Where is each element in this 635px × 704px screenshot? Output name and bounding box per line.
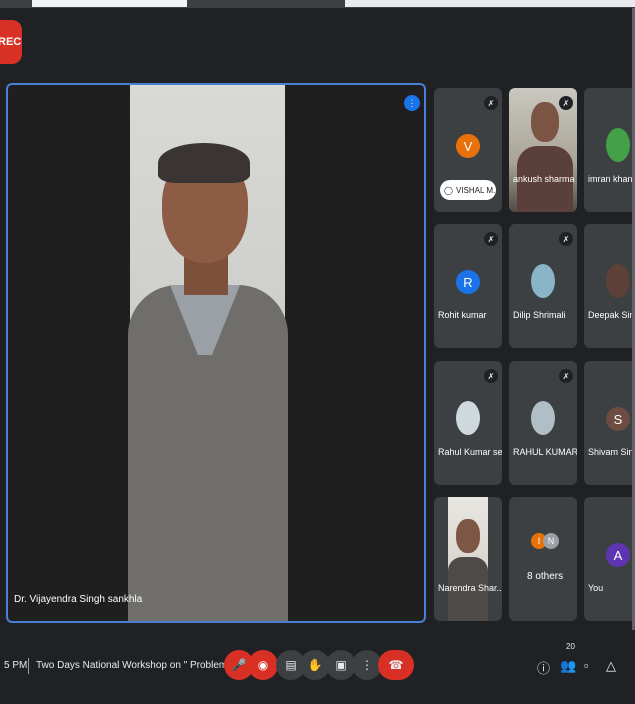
mic-off-icon: ✗: [559, 96, 573, 110]
mic-off-icon: 🎤: [231, 658, 247, 672]
participant-tile-imran[interactable]: imran khan: [584, 88, 635, 212]
mic-off-icon: ✗: [559, 232, 573, 246]
participant-photo: [606, 128, 630, 162]
chat-icon: ▫: [584, 658, 589, 673]
others-count: 8 others: [527, 571, 564, 582]
participant-tile-shivam[interactable]: S Shivam Singh: [584, 361, 635, 485]
participant-tile-others[interactable]: I N 8 others: [509, 497, 577, 621]
participant-tile-deepak[interactable]: Deepak Singh: [584, 224, 635, 348]
info-icon: ⓘ: [537, 661, 551, 676]
divider: [28, 658, 29, 674]
meeting-info-button[interactable]: ⓘ: [537, 658, 550, 677]
participant-name: Rohit kumar: [438, 310, 487, 320]
participant-photo: [531, 401, 555, 435]
participant-name: Shivam Singh: [588, 447, 635, 457]
avatar: A: [606, 543, 630, 567]
people-icon: 👥: [560, 658, 577, 673]
present-icon: ▣: [335, 658, 347, 672]
top-strip: [0, 0, 635, 8]
browser-tab-area: [32, 0, 187, 7]
captions-icon: ▤: [285, 658, 297, 672]
recording-indicator: REC: [0, 20, 22, 64]
participant-name: Deepak Singh: [588, 310, 635, 320]
leave-call-button[interactable]: ☎: [378, 650, 414, 680]
speaker-hair: [158, 143, 250, 183]
more-vert-icon: ⋮: [361, 658, 373, 672]
participant-tile-dilip[interactable]: ✗ Dilip Shrimali: [509, 224, 577, 348]
participant-tile-you[interactable]: A You: [584, 497, 635, 621]
participant-tile-vishal[interactable]: ✗ V ◯ VISHAL M...: [434, 88, 502, 212]
avatar-n: N: [543, 533, 559, 549]
bottom-toolbar: 5 PM Two Days National Workshop on " Pro…: [0, 630, 635, 704]
browser-tab-area-right: [345, 0, 635, 7]
participant-photo: [606, 264, 630, 298]
participant-tile-rahul-sen[interactable]: ✗ Rahul Kumar sen: [434, 361, 502, 485]
main-speaker-tile[interactable]: ⋮ Dr. Vijayendra Singh sankhla: [6, 83, 426, 623]
activities-icon: △: [606, 658, 616, 673]
participant-name: Dilip Shrimali: [513, 310, 566, 320]
participant-video: [448, 497, 488, 621]
participant-face: [531, 102, 559, 142]
main-speaker-name: Dr. Vijayendra Singh sankhla: [14, 594, 143, 605]
participant-count-badge: 20: [566, 642, 575, 651]
participant-tile-rahul-kumar[interactable]: ✗ RAHUL KUMAR: [509, 361, 577, 485]
participant-name: Narendra Shar...: [438, 583, 502, 593]
mic-off-icon: ✗: [484, 369, 498, 383]
hand-icon: ✋: [307, 658, 323, 672]
meeting-title: Two Days National Workshop on " Problem …: [36, 660, 239, 671]
participant-name-tag: ◯ VISHAL M...: [440, 180, 496, 200]
participant-name: You: [588, 583, 604, 593]
mic-off-icon: ✗: [484, 96, 498, 110]
participant-name: VISHAL M...: [455, 185, 496, 195]
avatar: S: [606, 407, 630, 431]
chat-button[interactable]: ▫: [584, 658, 589, 673]
avatar: R: [456, 270, 480, 294]
participant-tile-rohit[interactable]: ✗ R Rohit kumar: [434, 224, 502, 348]
participant-photo: [531, 264, 555, 298]
participant-name: Rahul Kumar sen: [438, 447, 502, 457]
camera-off-icon: ◉: [257, 658, 269, 672]
mic-off-icon: ✗: [484, 232, 498, 246]
people-button[interactable]: 👥: [560, 658, 576, 674]
participant-tile-narendra[interactable]: Narendra Shar...: [434, 497, 502, 621]
participant-photo: [456, 401, 480, 435]
pin-icon: ◯: [444, 185, 453, 195]
main-speaker-video: [128, 85, 288, 621]
participant-tile-ankush[interactable]: ✗ ankush sharma: [509, 88, 577, 212]
hang-up-icon: ☎: [388, 658, 404, 672]
activities-button[interactable]: △: [606, 658, 616, 674]
meeting-time: 5 PM: [4, 660, 28, 671]
avatar: V: [456, 134, 480, 158]
participant-name: imran khan: [588, 174, 633, 184]
speaking-indicator-icon: ⋮: [404, 95, 420, 111]
participant-name: ankush sharma: [513, 174, 575, 184]
mic-off-icon: ✗: [559, 369, 573, 383]
camera-toggle-button[interactable]: ◉: [248, 650, 278, 680]
recording-label: REC: [0, 36, 22, 48]
participant-name: RAHUL KUMAR: [513, 447, 577, 457]
participant-face: [456, 519, 480, 553]
